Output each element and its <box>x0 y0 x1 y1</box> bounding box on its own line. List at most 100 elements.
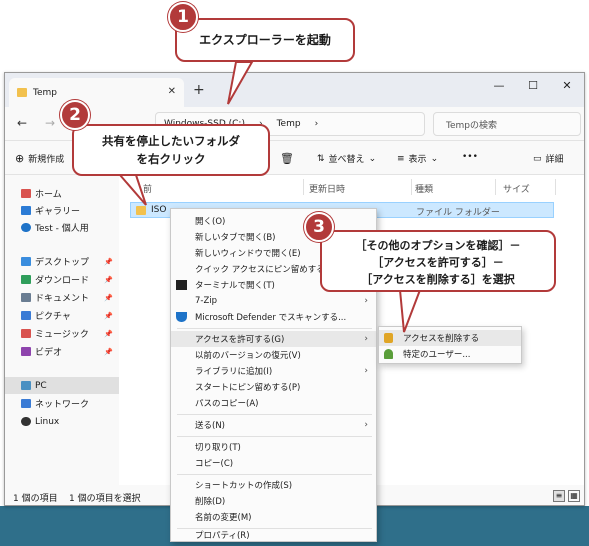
menu-label: ターミナルで開く(T) <box>195 281 275 291</box>
menu-separator <box>177 474 372 475</box>
tiles-view-icon[interactable]: ▦ <box>568 490 580 502</box>
new-tab-button[interactable]: + <box>193 82 205 98</box>
give-access-submenu: アクセスを削除する 特定のユーザー... <box>378 326 522 364</box>
close-window-button[interactable]: ✕ <box>550 73 584 97</box>
nav-label: ドキュメント <box>35 294 90 304</box>
menu-item-include-library[interactable]: ライブラリに追加(I) › <box>171 363 376 379</box>
nav-item-desktop[interactable]: デスクトップ 📌 <box>5 253 119 270</box>
chevron-right-icon: › <box>364 420 368 430</box>
pc-icon <box>21 381 31 390</box>
pictures-icon <box>21 311 31 320</box>
menu-item-copy[interactable]: コピー(C) <box>171 455 376 471</box>
nav-label: ピクチャ <box>35 312 71 322</box>
nav-item-onedrive[interactable]: Test - 個人用 <box>5 219 119 236</box>
menu-item-rename[interactable]: 名前の変更(M) <box>171 509 376 525</box>
menu-label: スタートにピン留めする(P) <box>195 383 301 393</box>
chevron-down-icon: ⌄ <box>368 153 377 164</box>
menu-label: 新しいウィンドウで開く(E) <box>195 249 301 259</box>
close-tab-icon[interactable]: ✕ <box>168 86 176 97</box>
new-button[interactable]: ⊕ 新規作成 <box>15 152 64 165</box>
menu-item-restore-versions[interactable]: 以前のバージョンの復元(V) <box>171 347 376 363</box>
callout-2: 共有を停止したいフォルダ を右クリック <box>72 124 270 176</box>
nav-item-pc[interactable]: PC <box>5 377 119 394</box>
details-pane-icon: ▭ <box>533 153 542 164</box>
menu-item-specific-people[interactable]: 特定のユーザー... <box>379 346 521 362</box>
desktop-icon <box>21 257 31 266</box>
column-header-name[interactable]: 前 <box>143 182 152 195</box>
menu-item-copy-path[interactable]: パスのコピー(A) <box>171 395 376 411</box>
menu-label: 送る(N) <box>195 421 225 431</box>
menu-item-defender-scan[interactable]: Microsoft Defender でスキャンする... <box>171 309 376 325</box>
nav-item-downloads[interactable]: ダウンロード 📌 <box>5 271 119 288</box>
nav-label: ビデオ <box>35 348 63 358</box>
breadcrumb-folder[interactable]: Temp <box>277 119 301 129</box>
nav-item-videos[interactable]: ビデオ 📌 <box>5 343 119 360</box>
callout-3-line-2: ［アクセスを許可する］－ <box>372 256 504 269</box>
selected-count: 1 個の項目を選択 <box>69 494 141 504</box>
menu-label: アクセスを許可する(G) <box>195 335 285 345</box>
menu-label: 7-Zip <box>195 296 218 306</box>
nav-item-pictures[interactable]: ピクチャ 📌 <box>5 307 119 324</box>
menu-item-7zip[interactable]: 7-Zip › <box>171 293 376 309</box>
menu-separator <box>177 436 372 437</box>
column-divider <box>303 179 304 195</box>
item-count: 1 個の項目 <box>13 494 58 504</box>
nav-item-network[interactable]: ネットワーク <box>5 395 119 412</box>
menu-item-create-shortcut[interactable]: ショートカットの作成(S) <box>171 477 376 493</box>
menu-item-delete[interactable]: 削除(D) <box>171 493 376 509</box>
callout-2-line-1: 共有を停止したいフォルダ <box>102 134 240 148</box>
tab-temp[interactable]: Temp ✕ <box>9 78 184 107</box>
callout-1: エクスプローラーを起動 <box>175 18 355 62</box>
column-header-modified[interactable]: 更新日時 <box>309 182 345 195</box>
menu-label: 特定のユーザー... <box>403 350 471 360</box>
nav-item-home[interactable]: ホーム <box>5 185 119 202</box>
pin-icon: 📌 <box>104 347 113 356</box>
nav-item-music[interactable]: ミュージック 📌 <box>5 325 119 342</box>
view-icon: ≡ <box>397 153 405 164</box>
callout-2-line-2: を右クリック <box>136 152 206 166</box>
pin-icon: 📌 <box>104 293 113 302</box>
column-header-type[interactable]: 種類 <box>415 182 433 195</box>
details-button[interactable]: ▭ 詳細 <box>533 152 564 166</box>
maximize-button[interactable]: ☐ <box>516 73 550 97</box>
menu-label: 名前の変更(M) <box>195 513 252 523</box>
menu-label: コピー(C) <box>195 459 234 469</box>
menu-item-send-to[interactable]: 送る(N) › <box>171 417 376 433</box>
nav-item-gallery[interactable]: ギャラリー <box>5 202 119 219</box>
menu-label: 開く(O) <box>195 217 226 227</box>
tab-title: Temp <box>33 87 57 98</box>
music-icon <box>21 329 31 338</box>
minimize-button[interactable]: — <box>482 73 516 97</box>
menu-item-cut[interactable]: 切り取り(T) <box>171 439 376 455</box>
more-button[interactable]: ••• <box>462 152 478 162</box>
nav-label: ホーム <box>35 190 62 200</box>
folder-icon <box>17 88 27 97</box>
people-icon <box>384 349 393 359</box>
menu-item-properties[interactable]: プロパティ(R) <box>171 527 376 543</box>
sort-button[interactable]: ⇅ 並べ替え ⌄ <box>317 152 377 166</box>
details-view-icon[interactable]: ≡ <box>553 490 565 502</box>
breadcrumb-chevron-icon: › <box>314 119 319 129</box>
callout-3: ［その他のオプションを確認］－ ［アクセスを許可する］－ ［アクセスを削除する］… <box>320 230 556 292</box>
menu-separator <box>177 328 372 329</box>
delete-icon[interactable]: 🗑 <box>280 152 294 165</box>
forward-button[interactable]: → <box>45 116 55 130</box>
plus-circle-icon: ⊕ <box>15 152 25 165</box>
sort-icon: ⇅ <box>317 153 325 164</box>
menu-item-pin-start[interactable]: スタートにピン留めする(P) <box>171 379 376 395</box>
chevron-right-icon: › <box>364 366 368 376</box>
menu-item-remove-access[interactable]: アクセスを削除する <box>379 330 521 346</box>
back-button[interactable]: ← <box>17 116 27 130</box>
column-header-size[interactable]: サイズ <box>503 182 530 195</box>
column-divider <box>495 179 496 195</box>
menu-label: クイック アクセスにピン留めする(Q) <box>195 265 339 275</box>
menu-item-give-access[interactable]: アクセスを許可する(G) › <box>171 331 376 347</box>
search-input[interactable]: Tempの検索 <box>433 112 581 136</box>
menu-label: アクセスを削除する <box>403 334 480 344</box>
menu-label: プロパティ(R) <box>195 531 250 541</box>
nav-label: Linux <box>35 416 60 427</box>
menu-item-open[interactable]: 開く(O) <box>171 213 376 229</box>
view-button[interactable]: ≡ 表示 ⌄ <box>397 152 438 166</box>
nav-item-linux[interactable]: Linux <box>5 413 119 430</box>
nav-item-documents[interactable]: ドキュメント 📌 <box>5 289 119 306</box>
